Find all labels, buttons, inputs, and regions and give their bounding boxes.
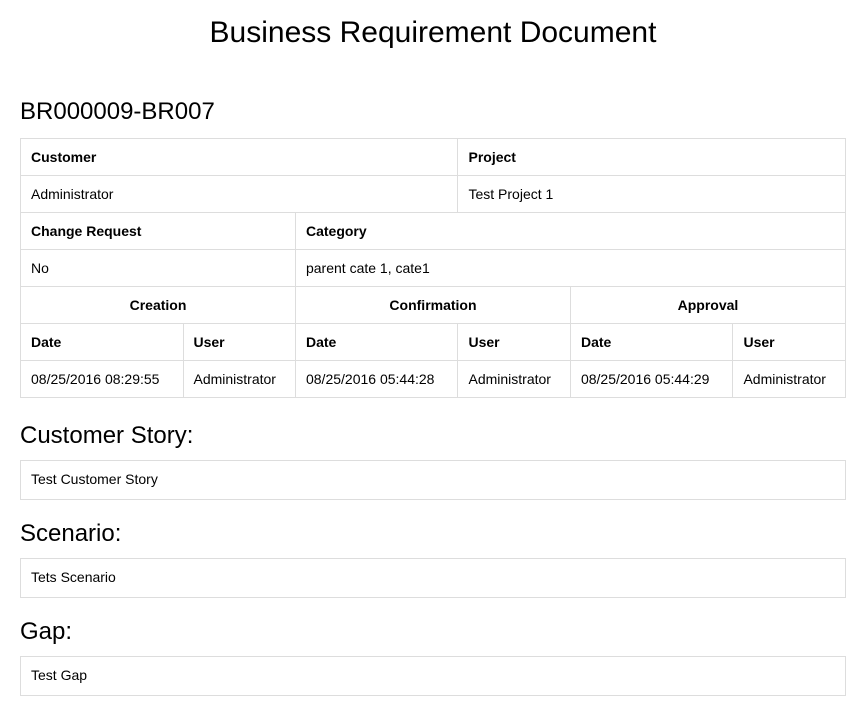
- project-header: Project: [458, 139, 846, 176]
- confirmation-header: Confirmation: [295, 287, 570, 324]
- approval-user-header: User: [733, 324, 846, 361]
- customer-story-heading: Customer Story:: [20, 422, 846, 450]
- creation-user-header: User: [183, 324, 295, 361]
- customer-header: Customer: [21, 139, 458, 176]
- approval-header: Approval: [570, 287, 845, 324]
- metadata-table: Customer Project Administrator Test Proj…: [20, 138, 846, 398]
- document-title: Business Requirement Document: [20, 16, 846, 50]
- creation-date-value: 08/25/2016 08:29:55: [21, 361, 184, 398]
- change-request-header: Change Request: [21, 213, 296, 250]
- customer-value: Administrator: [21, 176, 458, 213]
- customer-story-content: Test Customer Story: [20, 460, 846, 500]
- category-value: parent cate 1, cate1: [295, 250, 845, 287]
- scenario-content: Tets Scenario: [20, 558, 846, 598]
- approval-date-value: 08/25/2016 05:44:29: [570, 361, 733, 398]
- scenario-heading: Scenario:: [20, 520, 846, 548]
- creation-user-value: Administrator: [183, 361, 295, 398]
- gap-heading: Gap:: [20, 618, 846, 646]
- change-request-value: No: [21, 250, 296, 287]
- document-id: BR000009-BR007: [20, 98, 846, 126]
- gap-content: Test Gap: [20, 656, 846, 696]
- approval-user-value: Administrator: [733, 361, 846, 398]
- category-header: Category: [295, 213, 845, 250]
- confirmation-date-header: Date: [295, 324, 458, 361]
- creation-header: Creation: [21, 287, 296, 324]
- confirmation-user-header: User: [458, 324, 570, 361]
- creation-date-header: Date: [21, 324, 184, 361]
- project-value: Test Project 1: [458, 176, 846, 213]
- confirmation-user-value: Administrator: [458, 361, 570, 398]
- confirmation-date-value: 08/25/2016 05:44:28: [295, 361, 458, 398]
- approval-date-header: Date: [570, 324, 733, 361]
